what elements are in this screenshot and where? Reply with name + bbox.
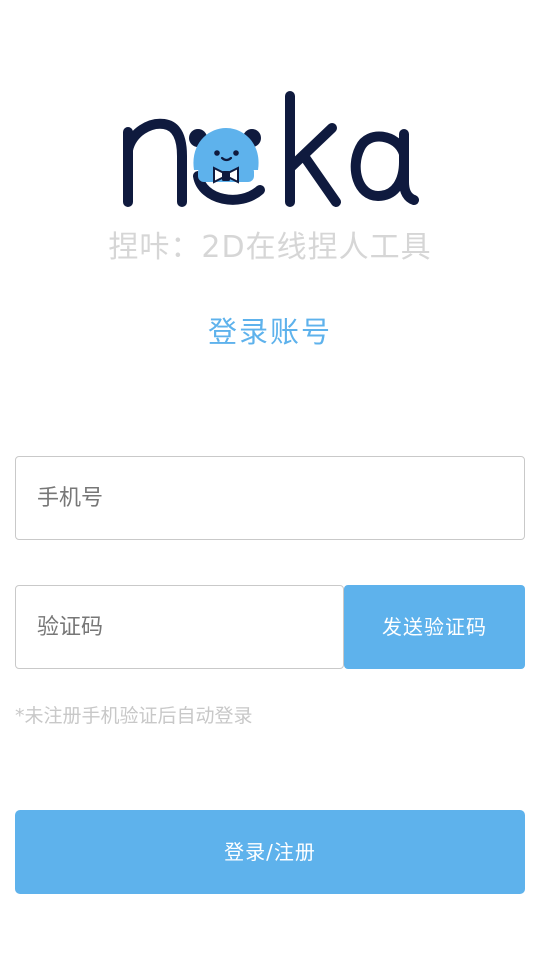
phone-field[interactable]: [15, 456, 525, 540]
phone-input[interactable]: [16, 457, 524, 539]
app-slogan: 捏咔：2D在线捏人工具: [108, 230, 432, 265]
verification-code-input[interactable]: [16, 586, 343, 668]
noka-logo-mark: [123, 91, 419, 207]
auto-register-hint: *未注册手机验证后自动登录: [15, 705, 253, 727]
send-code-button[interactable]: 发送验证码: [344, 585, 525, 669]
code-field[interactable]: [15, 585, 344, 669]
login-register-button[interactable]: 登录/注册: [15, 810, 525, 894]
noka-logo: [110, 84, 430, 216]
panda-icon: [189, 128, 261, 184]
page-title: 登录账号: [207, 315, 332, 349]
